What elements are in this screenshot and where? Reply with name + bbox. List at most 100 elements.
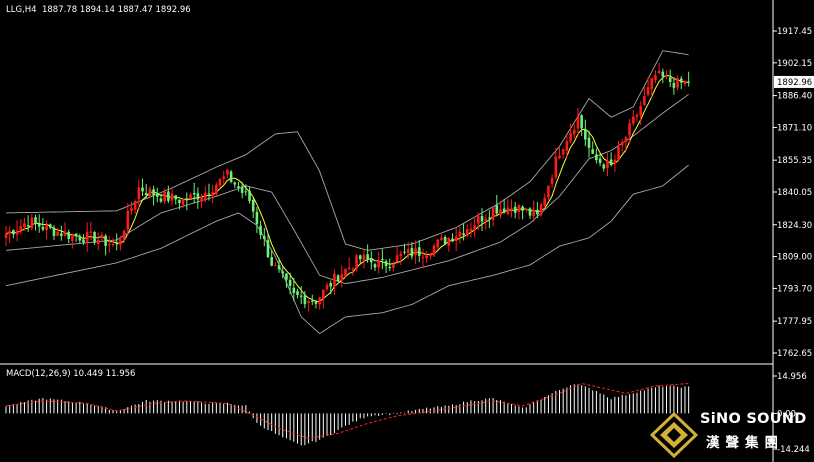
candle-body [100,234,104,239]
candle-body [152,189,155,196]
candle [602,163,606,172]
candle-body [347,267,351,270]
chart: 1917.45 1902.15 1886.40 1871.10 1855.35 1840.… [0,0,814,462]
candle [668,69,672,88]
candle [141,178,144,197]
candle-body [71,235,74,241]
candle [521,205,524,220]
candle-body [159,198,163,202]
candle-body [148,188,152,197]
candle-body [499,209,502,216]
candle-body [454,236,458,241]
candle-body [26,225,30,227]
candle-body [8,230,11,234]
candle [683,80,687,87]
candle [414,240,417,264]
candle-body [517,205,521,213]
sino-sound-logo: SiNO SOUND 漢聲集團 [650,408,814,462]
candle [377,252,380,274]
candle-body [255,211,259,225]
price-axis: 1917.45 1902.15 1886.40 1871.10 1855.35 1840.… [773,27,814,359]
candle-body [89,231,93,233]
candle [307,299,310,312]
candle [30,213,34,231]
candle-body [595,154,598,161]
candle-body [620,142,624,146]
candle-body [370,258,373,263]
candle-body [532,209,535,216]
candle [469,222,473,238]
candle-body [104,235,107,246]
candle [26,215,30,232]
candle [617,140,620,162]
candle-body [310,300,314,302]
candle [362,249,366,269]
candle-body [19,226,23,233]
candle [226,168,229,179]
candle-body [218,178,222,186]
candle [89,221,93,241]
candle-body [543,197,547,206]
candle-body [85,231,89,242]
candle [174,195,178,205]
candle-body [141,187,144,192]
candle-body [628,123,631,136]
bollinger-middle [5,93,689,285]
candle-body [576,115,580,129]
candle [465,224,469,237]
candle-body [524,208,528,211]
candle [71,233,74,249]
candle [60,225,63,241]
candle [491,206,495,227]
price-tick-label: 1840.05 [777,188,812,198]
candle-body [174,195,178,200]
candle [399,250,403,265]
candle-body [277,265,281,270]
candle [447,236,451,252]
candle [584,119,587,147]
candle [74,233,78,242]
moving-average [5,74,689,303]
candle-body [325,284,329,290]
candle-body [650,78,654,89]
candle-body [222,176,226,179]
candle [473,216,476,238]
candle-body [661,71,665,77]
candle [539,202,543,217]
candle-body [602,164,606,169]
candle-body [15,230,19,235]
candle-body [643,95,646,106]
candle-body [82,239,85,243]
candle [672,77,676,95]
candle-body [417,247,421,256]
candle-body [495,205,499,214]
candle-body [665,75,668,77]
candle [421,248,425,269]
candle-body [130,208,133,211]
candle-body [211,192,214,196]
candle-body [137,187,141,200]
candle-body [318,297,321,305]
candle-body [362,255,366,262]
candle [200,193,203,208]
candle [189,192,192,199]
candle [100,232,104,242]
moving-average-line [5,74,689,303]
candle [510,199,513,218]
candle-body [115,243,118,245]
candle [255,207,259,234]
candle [370,251,373,270]
candle-body [299,295,303,297]
candle [12,229,15,239]
candle-body [233,182,237,185]
candle [580,114,583,136]
candle-body [303,295,307,305]
candle-body [484,218,487,221]
candle-body [237,186,240,188]
candle [440,234,443,242]
bollinger-bands [5,50,689,335]
candle-body [672,82,676,88]
candle [333,269,336,295]
candle-body [34,217,37,223]
candle-body [539,204,543,216]
